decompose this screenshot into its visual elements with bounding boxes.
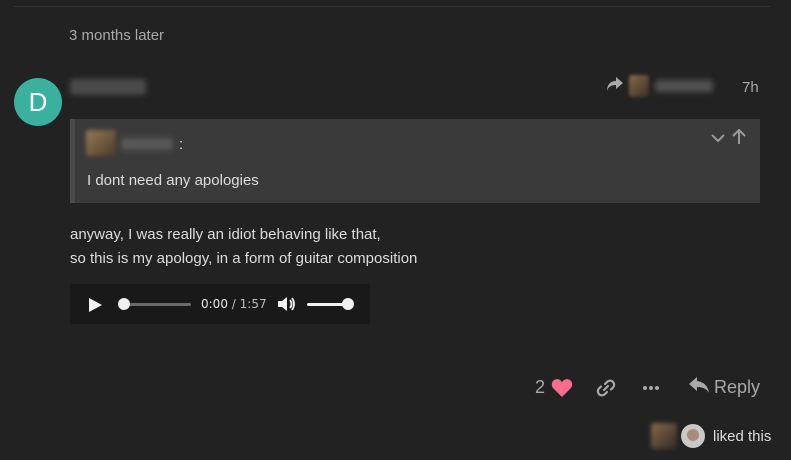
audio-player: 0:00 / 1:57 <box>70 284 370 324</box>
duration: 1:57 <box>239 297 267 311</box>
reply-to-username-blurred <box>655 80 713 92</box>
quote-avatar[interactable] <box>86 130 116 156</box>
share-arrow-icon <box>607 76 623 96</box>
time-separator: / <box>231 297 236 311</box>
reply-button[interactable]: Reply <box>688 376 760 399</box>
post-body-line: so this is my apology, in a form of guit… <box>70 250 418 267</box>
time-display: 0:00 / 1:57 <box>201 297 267 311</box>
username-blurred[interactable] <box>70 79 146 95</box>
avatar-letter: D <box>28 86 48 117</box>
quote-block: : I dont need any apologies <box>70 119 760 203</box>
current-time: 0:00 <box>201 297 228 311</box>
reply-arrow-icon <box>688 376 710 399</box>
go-to-quoted-post-icon[interactable] <box>732 128 746 150</box>
play-icon[interactable] <box>89 297 102 316</box>
expand-quote-icon[interactable] <box>711 131 725 150</box>
volume-handle[interactable] <box>342 298 354 310</box>
volume-icon[interactable] <box>278 296 296 316</box>
more-options-icon[interactable] <box>642 381 660 400</box>
link-icon[interactable] <box>596 379 616 402</box>
liked-by: liked this <box>651 423 771 449</box>
liker-avatar[interactable] <box>681 424 705 448</box>
user-avatar[interactable]: D <box>14 78 62 126</box>
quote-colon: : <box>179 136 184 153</box>
seek-handle[interactable] <box>118 298 130 310</box>
post-date[interactable]: 7h <box>742 79 759 96</box>
post-body: anyway, I was really an idiot behaving l… <box>70 223 417 271</box>
post-body-line: anyway, I was really an idiot behaving l… <box>70 226 381 243</box>
time-gap-label: 3 months later <box>69 27 165 44</box>
divider <box>14 6 770 7</box>
quote-username-blurred[interactable] <box>121 138 173 150</box>
volume-slider[interactable] <box>307 303 347 306</box>
liked-by-label: liked this <box>713 427 772 445</box>
heart-icon[interactable] <box>551 378 573 403</box>
reply-to-tab[interactable] <box>607 74 713 98</box>
seek-bar[interactable] <box>124 303 191 306</box>
reply-label: Reply <box>714 377 761 397</box>
quote-text: I dont need any apologies <box>87 172 259 189</box>
reply-to-avatar <box>629 75 649 97</box>
like-count[interactable]: 2 <box>535 377 545 398</box>
liker-avatar[interactable] <box>651 423 677 449</box>
